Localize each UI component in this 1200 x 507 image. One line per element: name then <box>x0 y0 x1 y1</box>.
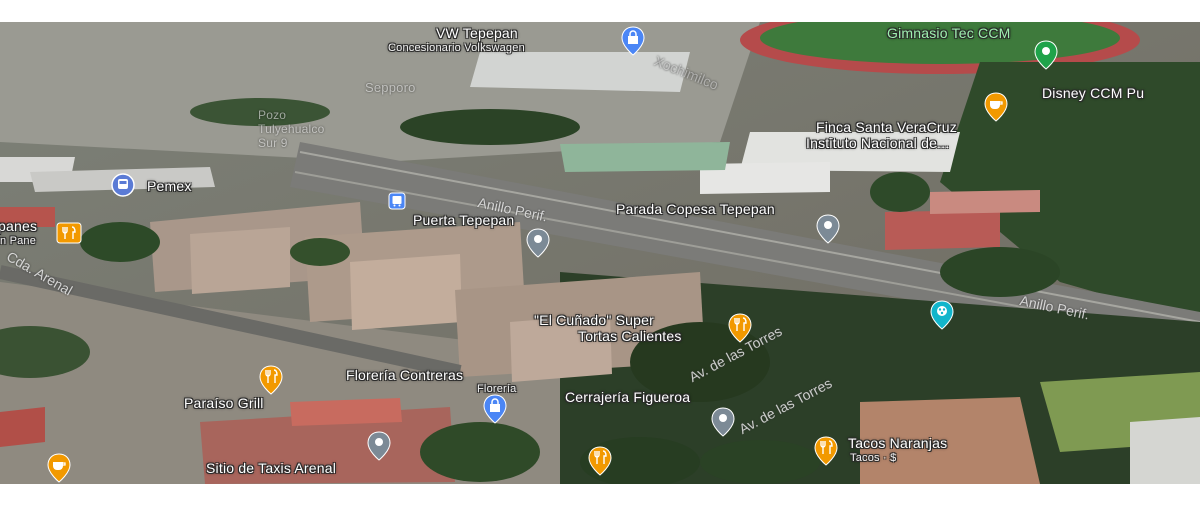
label-tacos-sub[interactable]: Tacos · $ <box>850 452 896 464</box>
restaurant-icon[interactable] <box>56 222 82 244</box>
label-sitio-de-taxis-arenal[interactable]: Sitio de Taxis Arenal <box>206 461 336 476</box>
grey-place-pin-icon[interactable] <box>367 431 391 461</box>
label-el-cunado-line1[interactable]: "El Cuñado" Super <box>534 313 654 328</box>
satellite-imagery <box>0 22 1200 484</box>
faint-label-sepporo: Sepporo <box>365 80 416 95</box>
label-paraiso-grill[interactable]: Paraíso Grill <box>184 396 264 411</box>
cafe-icon[interactable] <box>47 453 71 483</box>
faint-label-pozo-line3: Sur 9 <box>258 136 288 150</box>
satellite-map[interactable]: Sepporo Pozo Tulyehualco Sur 9 Xochimilc… <box>0 22 1200 484</box>
cafe-icon[interactable] <box>984 92 1008 122</box>
faint-label-pozo: Pozo Tulyehualco Sur 9 <box>258 108 324 150</box>
label-gimnasio-tec-ccm[interactable]: Gimnasio Tec CCM <box>887 26 1011 41</box>
grey-place-pin-icon[interactable] <box>816 214 840 244</box>
transit-station-icon[interactable] <box>110 172 135 202</box>
restaurant-icon[interactable] <box>728 313 752 343</box>
label-vw-tepepan[interactable]: VW Tepepan <box>436 26 518 41</box>
label-panes-line1[interactable]: panes <box>0 219 37 234</box>
label-parada-copesa[interactable]: Parada Copesa Tepepan <box>616 202 775 217</box>
sports-pin-icon[interactable] <box>1034 40 1058 70</box>
label-cerrajeria-figueroa[interactable]: Cerrajería Figueroa <box>565 390 690 405</box>
faint-label-pozo-line1: Pozo <box>258 108 287 122</box>
label-el-cunado-line2[interactable]: Tortas Calientes <box>578 329 682 344</box>
label-floreria-contreras[interactable]: Florería Contreras <box>346 368 463 383</box>
label-tacos-naranjas[interactable]: Tacos Naranjas <box>848 436 947 451</box>
bus-stop-icon[interactable] <box>388 192 406 210</box>
label-finca-line2[interactable]: Instituto Nacional de... <box>806 136 949 151</box>
restaurant-icon[interactable] <box>259 365 283 395</box>
restaurant-icon[interactable] <box>814 436 838 466</box>
label-finca-line1[interactable]: Finca Santa VeraCruz <box>816 120 957 135</box>
label-vw-concesionario[interactable]: Concesionario Volkswagen <box>388 42 525 54</box>
movie-theater-icon[interactable] <box>930 300 954 330</box>
shopping-bag-icon[interactable] <box>621 26 645 56</box>
label-pemex[interactable]: Pemex <box>147 179 192 194</box>
label-puerta-tepepan[interactable]: Puerta Tepepan <box>413 213 514 228</box>
faint-label-pozo-line2: Tulyehualco <box>258 122 325 136</box>
label-panes-line2[interactable]: n Pane <box>0 235 36 247</box>
grey-place-pin-icon[interactable] <box>526 228 550 258</box>
grey-place-pin-icon[interactable] <box>711 407 735 437</box>
shopping-bag-icon[interactable] <box>483 394 507 424</box>
label-disney-ccm[interactable]: Disney CCM Pu <box>1042 86 1144 101</box>
restaurant-icon[interactable] <box>588 446 612 476</box>
